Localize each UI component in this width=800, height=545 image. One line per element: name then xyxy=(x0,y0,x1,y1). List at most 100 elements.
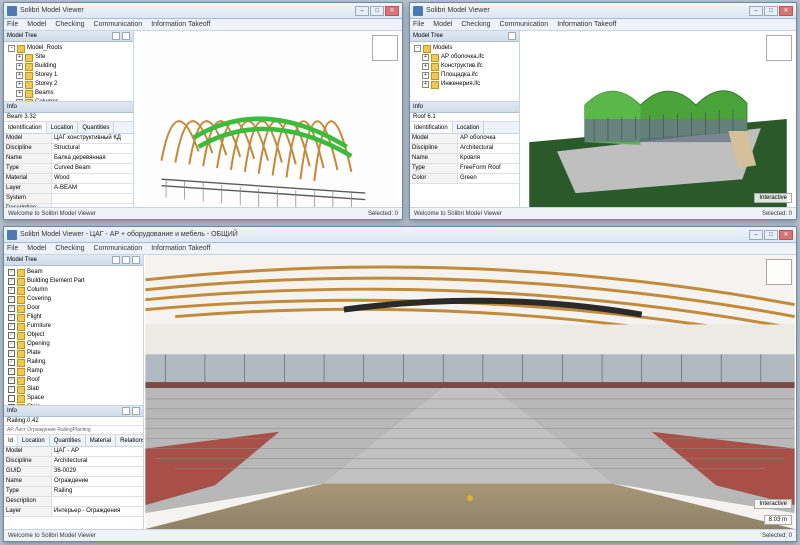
close-button[interactable]: ✕ xyxy=(385,6,399,16)
checkbox-icon[interactable]: ✓ xyxy=(8,341,15,348)
info-tool-icon[interactable] xyxy=(132,407,140,415)
tab-identification[interactable]: Identification xyxy=(4,122,47,133)
min-button[interactable]: – xyxy=(355,6,369,16)
checkbox-icon[interactable]: ✓ xyxy=(8,314,15,321)
menu-checking[interactable]: Checking xyxy=(55,21,84,28)
menu-checking[interactable]: Checking xyxy=(55,245,84,252)
tree-tool-icon[interactable] xyxy=(112,32,120,40)
expand-icon[interactable]: + xyxy=(422,72,429,79)
viewport-3d[interactable] xyxy=(134,31,402,207)
tree-item[interactable]: +Площадка.ifc xyxy=(412,71,517,80)
info-tool-icon[interactable] xyxy=(122,407,130,415)
max-button[interactable]: □ xyxy=(764,230,778,240)
checkbox-icon[interactable]: ✓ xyxy=(8,377,15,384)
tree-item[interactable]: +Site xyxy=(6,53,131,62)
checkbox-icon[interactable]: ✓ xyxy=(8,350,15,357)
nav-cube[interactable] xyxy=(766,35,792,61)
nav-cube[interactable] xyxy=(766,259,792,285)
tab-identification[interactable]: Id xyxy=(4,435,18,446)
tree-item[interactable]: ✓Object xyxy=(6,331,141,340)
tree-item[interactable]: ✓Ramp xyxy=(6,367,141,376)
tab-identification[interactable]: Identification xyxy=(410,122,453,133)
tab-location[interactable]: Location xyxy=(18,435,50,446)
model-tree[interactable]: -Models+АР оболочка.ifc+Конструктив.ifc+… xyxy=(410,42,519,102)
menu-communication[interactable]: Communication xyxy=(94,21,143,28)
tab-quantities[interactable]: Quantities xyxy=(50,435,86,446)
checkbox-icon[interactable]: ✓ xyxy=(8,287,15,294)
info-properties[interactable]: ModelЦАГ - АРDisciplineArchitecturalGUID… xyxy=(4,447,143,529)
model-tree[interactable]: -Model_Roots+Site+Building+Storey 1+Stor… xyxy=(4,42,133,102)
menu-file[interactable]: File xyxy=(7,21,18,28)
tree-item[interactable]: Space xyxy=(6,394,141,403)
tree-tool-icon[interactable] xyxy=(122,32,130,40)
info-properties[interactable]: ModelАР оболочкаDisciplineArchitecturalN… xyxy=(410,134,519,207)
checkbox-icon[interactable]: ✓ xyxy=(8,386,15,393)
close-button[interactable]: ✕ xyxy=(779,6,793,16)
viewport-3d[interactable]: 8.03 m Interactive xyxy=(144,255,796,529)
titlebar[interactable]: Solibri Model Viewer – □ ✕ xyxy=(4,3,402,19)
checkbox-icon[interactable]: ✓ xyxy=(8,305,15,312)
tree-item[interactable]: ✓Furniture xyxy=(6,322,141,331)
tree-item[interactable]: ✓Slab xyxy=(6,385,141,394)
expand-icon[interactable]: + xyxy=(16,72,23,79)
checkbox-icon[interactable]: ✓ xyxy=(8,332,15,339)
menu-communication[interactable]: Communication xyxy=(500,21,549,28)
tree-item[interactable]: ✓Opening xyxy=(6,340,141,349)
tree-tool-icon[interactable] xyxy=(508,32,516,40)
menu-communication[interactable]: Communication xyxy=(94,245,143,252)
tab-quantities[interactable]: Quantities xyxy=(78,122,114,133)
tree-item[interactable]: +Storey 1 xyxy=(6,71,131,80)
menu-ito[interactable]: Information Takeoff xyxy=(151,21,210,28)
min-button[interactable]: – xyxy=(749,230,763,240)
tab-location[interactable]: Location xyxy=(453,122,485,133)
tree-item[interactable]: ✓Covering xyxy=(6,295,141,304)
viewport-3d[interactable]: Interactive xyxy=(520,31,796,207)
nav-cube[interactable] xyxy=(372,35,398,61)
expand-icon[interactable]: + xyxy=(422,81,429,88)
max-button[interactable]: □ xyxy=(764,6,778,16)
tree-item[interactable]: ✓Flight xyxy=(6,313,141,322)
max-button[interactable]: □ xyxy=(370,6,384,16)
tree-item[interactable]: +АР оболочка.ifc xyxy=(412,53,517,62)
expand-icon[interactable]: + xyxy=(422,63,429,70)
checkbox-icon[interactable]: ✓ xyxy=(8,323,15,330)
close-button[interactable]: ✕ xyxy=(779,230,793,240)
checkbox-icon[interactable]: ✓ xyxy=(8,269,15,276)
checkbox-icon[interactable]: ✓ xyxy=(8,296,15,303)
expand-icon[interactable]: + xyxy=(16,54,23,61)
tree-item[interactable]: ✓Railing xyxy=(6,358,141,367)
menu-checking[interactable]: Checking xyxy=(461,21,490,28)
tree-item[interactable]: +Building xyxy=(6,62,131,71)
tree-item[interactable]: +Инженерия.ifc xyxy=(412,80,517,89)
tab-location[interactable]: Location xyxy=(47,122,79,133)
expand-icon[interactable]: + xyxy=(16,90,23,97)
tree-item[interactable]: ✓Beam xyxy=(6,268,141,277)
checkbox-icon[interactable] xyxy=(8,395,15,402)
expand-icon[interactable]: + xyxy=(16,81,23,88)
tree-item[interactable]: ✓Column xyxy=(6,286,141,295)
expand-icon[interactable]: + xyxy=(422,54,429,61)
tree-tool-icon[interactable] xyxy=(122,256,130,264)
checkbox-icon[interactable]: ✓ xyxy=(8,278,15,285)
tree-item[interactable]: ✓Door xyxy=(6,304,141,313)
menu-model[interactable]: Model xyxy=(433,21,452,28)
tree-tool-icon[interactable] xyxy=(132,256,140,264)
tree-item[interactable]: +Storey 2 xyxy=(6,80,131,89)
menu-file[interactable]: File xyxy=(7,245,18,252)
tree-item[interactable]: -Model_Roots xyxy=(6,44,131,53)
menu-file[interactable]: File xyxy=(413,21,424,28)
min-button[interactable]: – xyxy=(749,6,763,16)
tree-item[interactable]: +Beams xyxy=(6,89,131,98)
tree-tool-icon[interactable] xyxy=(112,256,120,264)
expand-icon[interactable]: - xyxy=(8,45,15,52)
titlebar[interactable]: Solibri Model Viewer – □ ✕ xyxy=(410,3,796,19)
tree-item[interactable]: ✓Building Element Part xyxy=(6,277,141,286)
expand-icon[interactable]: + xyxy=(16,63,23,70)
menu-ito[interactable]: Information Takeoff xyxy=(151,245,210,252)
checkbox-icon[interactable]: ✓ xyxy=(8,359,15,366)
menu-model[interactable]: Model xyxy=(27,245,46,252)
tree-item[interactable]: ✓Plate xyxy=(6,349,141,358)
checkbox-icon[interactable]: ✓ xyxy=(8,368,15,375)
titlebar[interactable]: Solibri Model Viewer - ЦАГ - АР + оборуд… xyxy=(4,227,796,243)
model-tree[interactable]: ✓Beam✓Building Element Part✓Column✓Cover… xyxy=(4,266,143,406)
